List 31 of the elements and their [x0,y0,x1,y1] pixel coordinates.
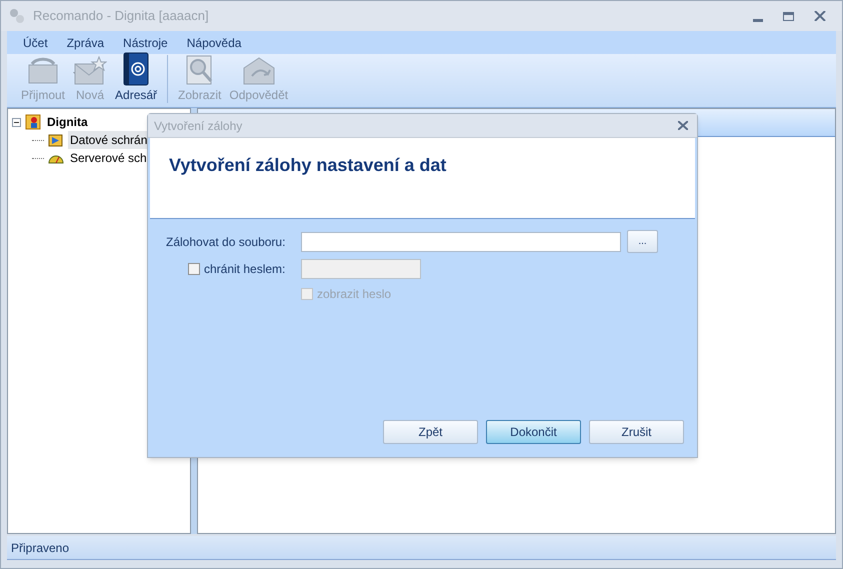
maximize-button[interactable] [783,12,794,20]
menu-item[interactable]: Nástroje [123,34,168,52]
tree-item[interactable]: Dignita [45,113,90,131]
tree-item[interactable]: Serverové sch [68,149,149,167]
minimize-button[interactable] [753,18,763,22]
dialog-title: Vytvoření zálohy [154,118,242,134]
dialog-button[interactable]: Zpět [383,420,478,444]
checkbox-label: zobrazit heslo [317,286,392,303]
envelope-arrow-icon [242,56,276,86]
dialog-heading: Vytvoření zálohy nastavení a dat [169,155,446,175]
person-icon [25,114,41,130]
menu-item[interactable]: Účet [23,34,48,52]
dialog-button[interactable]: Dokončit [486,420,581,444]
checkbox[interactable] [188,263,200,275]
app-logo-icon [9,8,25,24]
dialog-button[interactable]: Zrušit [589,420,684,444]
window-title: Recomando - Dignita [aaaacn] [33,7,209,26]
close-icon[interactable] [814,11,826,21]
tree-item[interactable]: Datové schrán [68,131,150,149]
checkbox-label: chránit heslem: [204,261,286,278]
browse-button[interactable]: ... [627,230,658,253]
file-path-field[interactable] [301,232,621,252]
address-book-icon [121,52,152,86]
status-text: Připraveno [11,540,70,556]
menu-item[interactable]: Nápověda [186,34,242,52]
close-icon[interactable] [678,121,688,130]
collapse-toggle[interactable] [12,118,21,126]
toolbar-button[interactable]: Adresář [113,52,160,104]
envelope-star-icon [73,56,108,86]
field-label: Zálohovat do souboru: [166,234,286,250]
menu-item[interactable]: Zpráva [66,34,104,52]
